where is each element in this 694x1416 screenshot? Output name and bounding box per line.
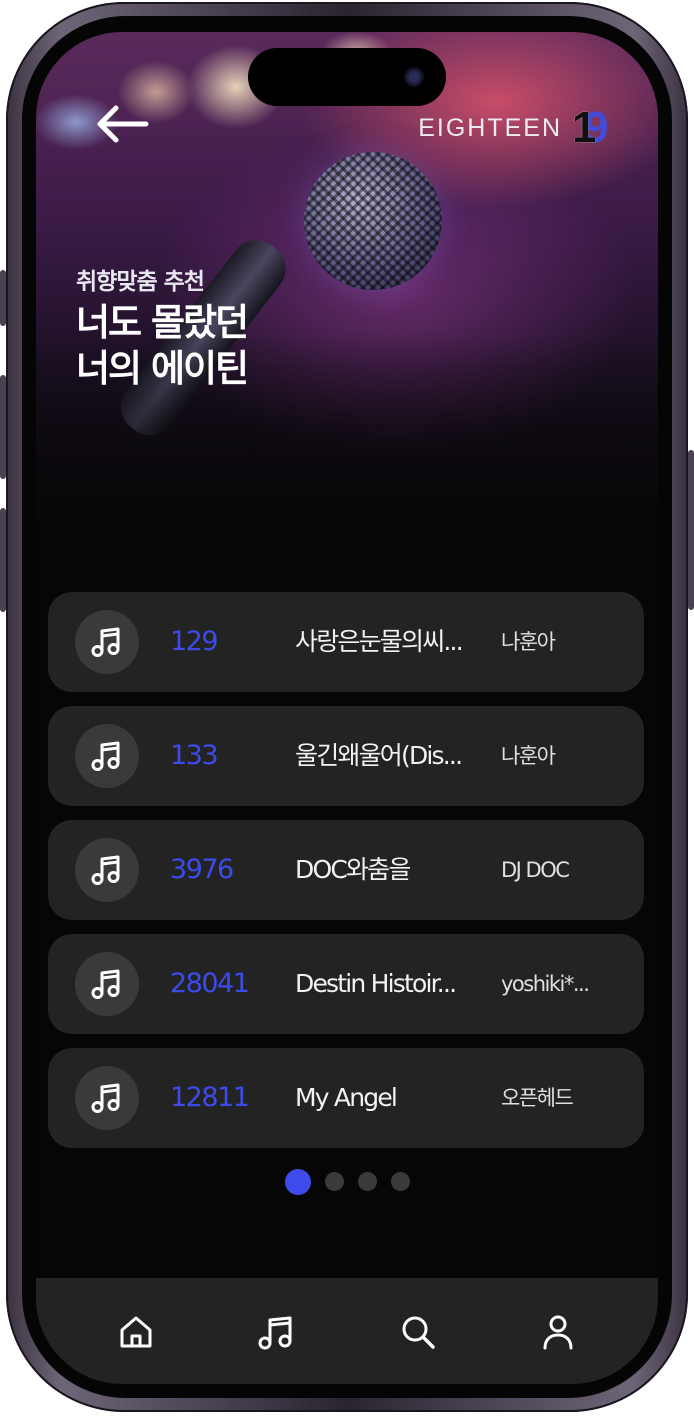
song-title: 울긴왜울어(Dis... <box>295 741 463 770</box>
brand-logo: 9 1 <box>572 105 612 151</box>
arrow-left-icon <box>97 105 149 143</box>
song-number: 3976 <box>170 854 234 885</box>
music-note-icon <box>258 1316 292 1350</box>
music-note-icon <box>75 838 139 902</box>
page-dot[interactable] <box>357 1172 377 1191</box>
tab-songs[interactable] <box>254 1310 298 1354</box>
song-number: 28041 <box>170 968 250 999</box>
song-number: 133 <box>170 740 219 771</box>
hero-subtitle: 취향맞춤 추천 <box>76 269 205 295</box>
song-row[interactable]: 3976 DOC와춤을 DJ DOC <box>48 820 644 920</box>
song-list: 129 사랑은눈물의씨... 나훈아 133 울긴왜울어(Dis... 나훈아 … <box>48 592 646 1162</box>
microphone-image <box>304 152 442 290</box>
song-row[interactable]: 28041 Destin Histoir... yoshiki*... <box>48 934 644 1034</box>
volume-down-button <box>0 508 6 612</box>
music-note-icon <box>75 724 139 788</box>
brand-header: EIGHTEEN 9 1 <box>418 104 612 152</box>
user-icon <box>543 1315 573 1350</box>
hero-title-line-1: 너도 몰랐던 <box>76 301 249 344</box>
dynamic-island <box>248 48 446 106</box>
brand-name: EIGHTEEN <box>418 113 562 142</box>
volume-up-button <box>0 375 6 479</box>
song-title: My Angel <box>295 1083 398 1112</box>
tab-profile[interactable] <box>536 1310 580 1354</box>
page-indicator <box>36 1169 658 1195</box>
song-row[interactable]: 12811 My Angel 오픈헤드 <box>48 1048 644 1148</box>
page-dot[interactable] <box>390 1172 410 1191</box>
tab-home[interactable] <box>114 1310 158 1354</box>
tab-search[interactable] <box>396 1310 440 1354</box>
song-title: DOC와춤을 <box>295 855 411 884</box>
power-button <box>688 450 694 610</box>
bottom-tab-bar <box>36 1278 658 1384</box>
song-row[interactable]: 129 사랑은눈물의씨... 나훈아 <box>48 592 644 692</box>
logo-digit-one: 1 <box>572 103 597 152</box>
song-title: 사랑은눈물의씨... <box>295 627 464 656</box>
music-note-icon <box>75 610 139 674</box>
back-button[interactable] <box>92 102 150 146</box>
song-number: 129 <box>170 626 219 657</box>
hero-title-line-2: 너의 에이틴 <box>76 347 249 390</box>
song-artist: yoshiki*... <box>501 972 590 996</box>
song-row[interactable]: 133 울긴왜울어(Dis... 나훈아 <box>48 706 644 806</box>
search-icon <box>402 1316 435 1349</box>
front-camera <box>404 67 424 87</box>
song-artist: 나훈아 <box>501 744 556 768</box>
app-screen: EIGHTEEN 9 1 취향맞춤 추천 너도 몰랐던 너의 에이틴 129 사… <box>36 32 658 1384</box>
music-note-icon <box>75 952 139 1016</box>
hero-title: 너도 몰랐던 너의 에이틴 <box>76 300 249 392</box>
page-dot[interactable] <box>324 1172 344 1191</box>
song-artist: 오픈헤드 <box>501 1086 574 1110</box>
song-artist: 나훈아 <box>501 630 556 654</box>
home-icon <box>120 1316 152 1348</box>
song-number: 12811 <box>170 1082 250 1113</box>
song-artist: DJ DOC <box>501 858 570 882</box>
song-title: Destin Histoir... <box>295 969 457 998</box>
mute-switch <box>0 270 6 326</box>
page-dot-active[interactable] <box>284 1169 311 1195</box>
music-note-icon <box>75 1066 139 1130</box>
